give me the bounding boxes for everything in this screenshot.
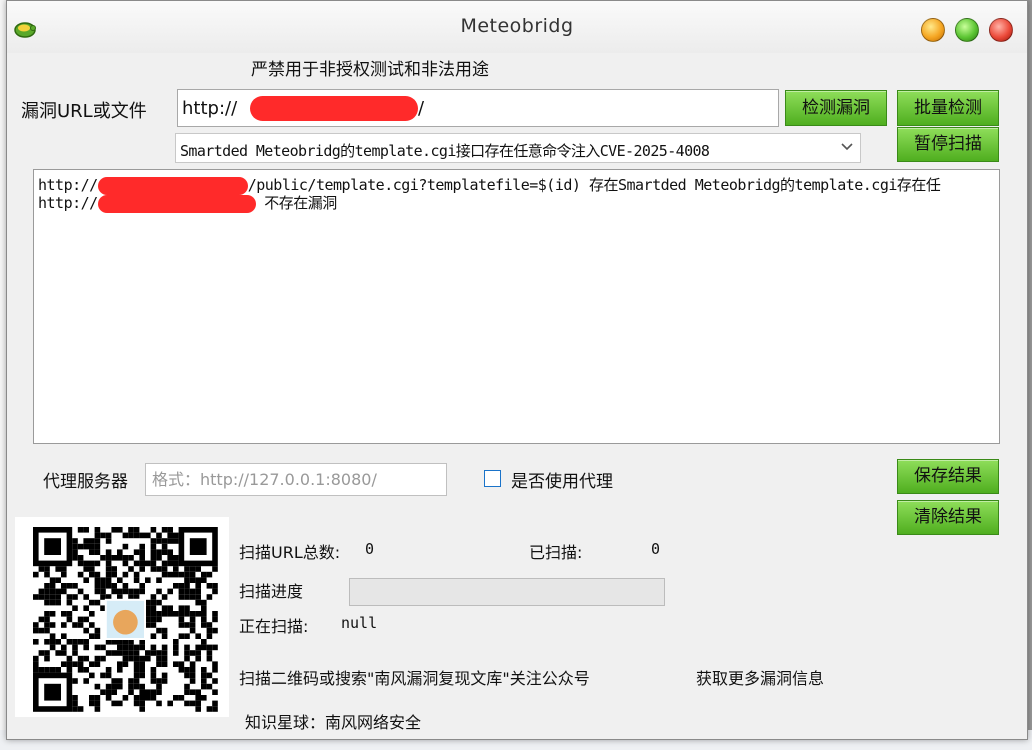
- use-proxy-label: 是否使用代理: [511, 472, 613, 492]
- progress-label: 扫描进度: [239, 582, 304, 601]
- save-results-button[interactable]: 保存结果: [897, 459, 999, 494]
- scanning-value: null: [341, 614, 378, 632]
- scan-output[interactable]: http:// /public/template.cgi?templatefile…: [33, 169, 1000, 444]
- output-url-prefix: http://: [38, 194, 98, 212]
- vulnerability-select-value: Smartded Meteobridg的template.cgi接口存在任意命令…: [180, 142, 710, 160]
- scanned-value: 0: [651, 540, 661, 558]
- pause-scan-button[interactable]: 暂停扫描: [897, 127, 999, 162]
- qr-caption: 扫描二维码或搜索"南风漏洞复现文库"关注公众号: [239, 669, 590, 688]
- proxy-label: 代理服务器: [43, 472, 128, 492]
- more-info-text: 获取更多漏洞信息: [696, 669, 825, 688]
- url-prefix: http://: [182, 98, 238, 119]
- output-result: 不存在漏洞: [255, 194, 337, 212]
- window-title: Meteobridg: [460, 15, 574, 37]
- total-urls-label: 扫描URL总数:: [239, 543, 341, 562]
- url-label: 漏洞URL或文件: [21, 101, 147, 122]
- total-urls-value: 0: [365, 540, 375, 558]
- scanned-label: 已扫描:: [529, 543, 583, 562]
- use-proxy-checkbox[interactable]: [484, 470, 501, 487]
- output-result: /public/template.cgi?templatefile=$(id) …: [247, 176, 941, 194]
- clear-results-button[interactable]: 清除结果: [897, 500, 999, 535]
- detect-button[interactable]: 检测漏洞: [785, 90, 887, 126]
- maximize-icon[interactable]: [955, 18, 979, 42]
- proxy-field[interactable]: [145, 463, 447, 496]
- close-icon[interactable]: [989, 18, 1013, 42]
- redacted-host: [97, 194, 256, 213]
- scan-progress-bar: [349, 578, 665, 606]
- knowledge-planet-text: 知识星球：南风网络安全: [245, 713, 422, 732]
- minimize-icon[interactable]: [921, 18, 945, 42]
- batch-detect-button[interactable]: 批量检测: [897, 90, 999, 126]
- chevron-down-icon[interactable]: [840, 139, 854, 153]
- scanning-label: 正在扫描:: [239, 617, 309, 636]
- qr-code: [15, 517, 229, 717]
- vulnerability-select[interactable]: Smartded Meteobridg的template.cgi接口存在任意命令…: [175, 133, 861, 163]
- redacted-host: [250, 96, 418, 121]
- url-suffix: /: [418, 98, 425, 119]
- url-input[interactable]: http:// /: [177, 89, 779, 127]
- title-bar: Meteobridg: [7, 1, 1027, 53]
- output-line: http:// 不存在漏洞: [38, 192, 337, 213]
- proxy-input[interactable]: [146, 464, 446, 495]
- app-window: Meteobridg 严禁用于非授权测试和非法用途 漏洞URL或文件 http:…: [6, 0, 1028, 740]
- warning-text: 严禁用于非授权测试和非法用途: [251, 60, 489, 80]
